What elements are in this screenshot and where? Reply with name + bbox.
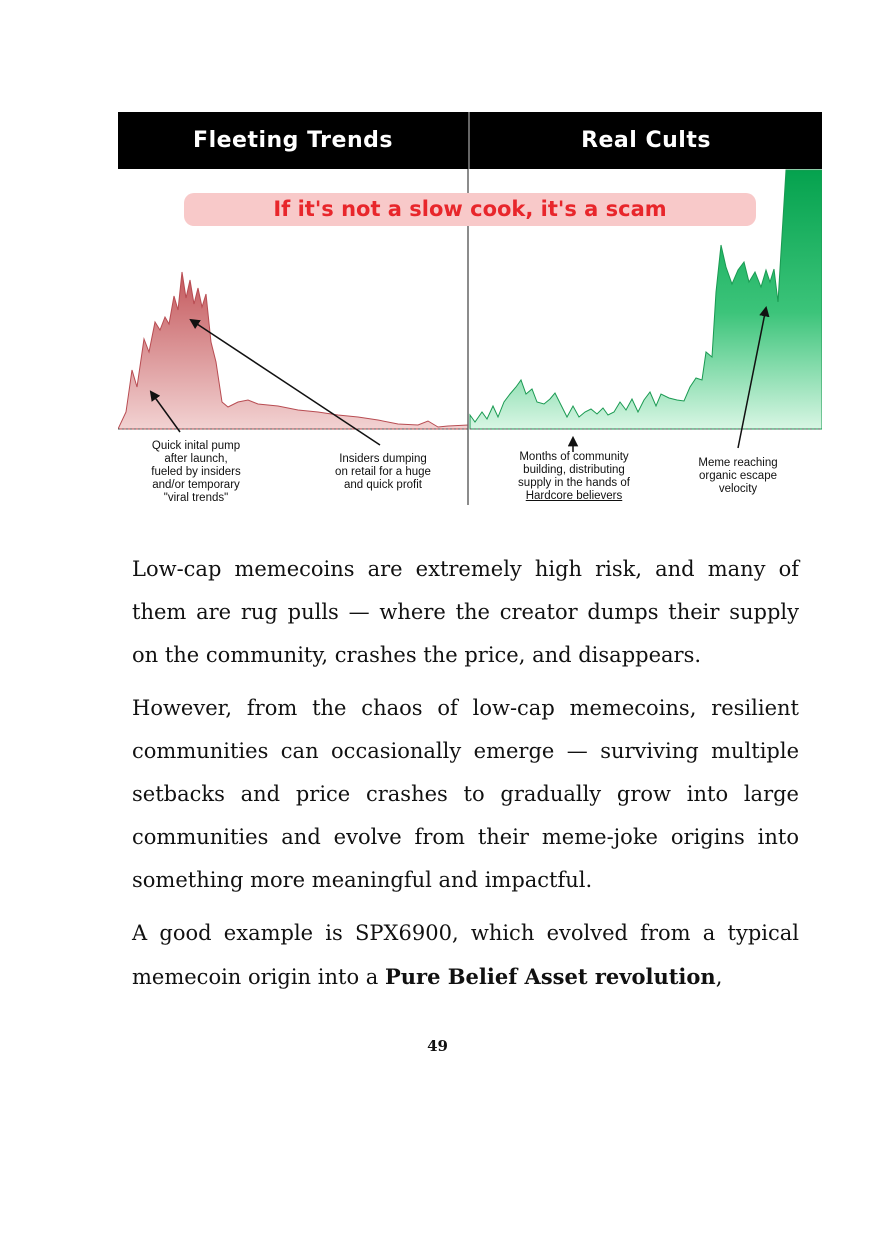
- pump-caption: Quick inital pump after launch, fueled b…: [151, 440, 241, 504]
- figure-header: Fleeting Trends Real Cults: [118, 112, 822, 169]
- dump-caption: Insiders dumping on retail for a huge an…: [335, 453, 431, 491]
- community-caption-text: Months of community building, distributi…: [518, 451, 630, 489]
- real-cults-title: Real Cults: [581, 128, 711, 153]
- pure-belief-asset-bold: Pure Belief Asset revolution: [384, 964, 716, 989]
- hardcore-believers-text: Hardcore believers: [525, 490, 623, 502]
- fleeting-trends-vs-real-cults-figure: Fleeting Trends Real Cults If it's not a…: [118, 112, 822, 505]
- fleeting-trend-area: [118, 271, 469, 430]
- paragraph-3: A good example is SPX6900, which evolved…: [132, 912, 799, 999]
- fleeting-trends-title: Fleeting Trends: [193, 128, 393, 153]
- slow-cook-banner: If it's not a slow cook, it's a scam: [184, 193, 756, 226]
- paragraph-2: However, from the chaos of low-cap memec…: [132, 696, 799, 892]
- header-divider: [468, 112, 470, 169]
- paragraph-1: Low-cap memecoins are extremely high ris…: [132, 557, 799, 667]
- community-caption: Months of community building, distributi…: [494, 451, 654, 503]
- paragraph-3-end: ,: [715, 965, 723, 989]
- page-number: 49: [427, 1037, 448, 1055]
- escape-caption: Meme reaching organic escape velocity: [698, 457, 778, 495]
- body-text: Low-cap memecoins are extremely high ris…: [132, 548, 799, 1009]
